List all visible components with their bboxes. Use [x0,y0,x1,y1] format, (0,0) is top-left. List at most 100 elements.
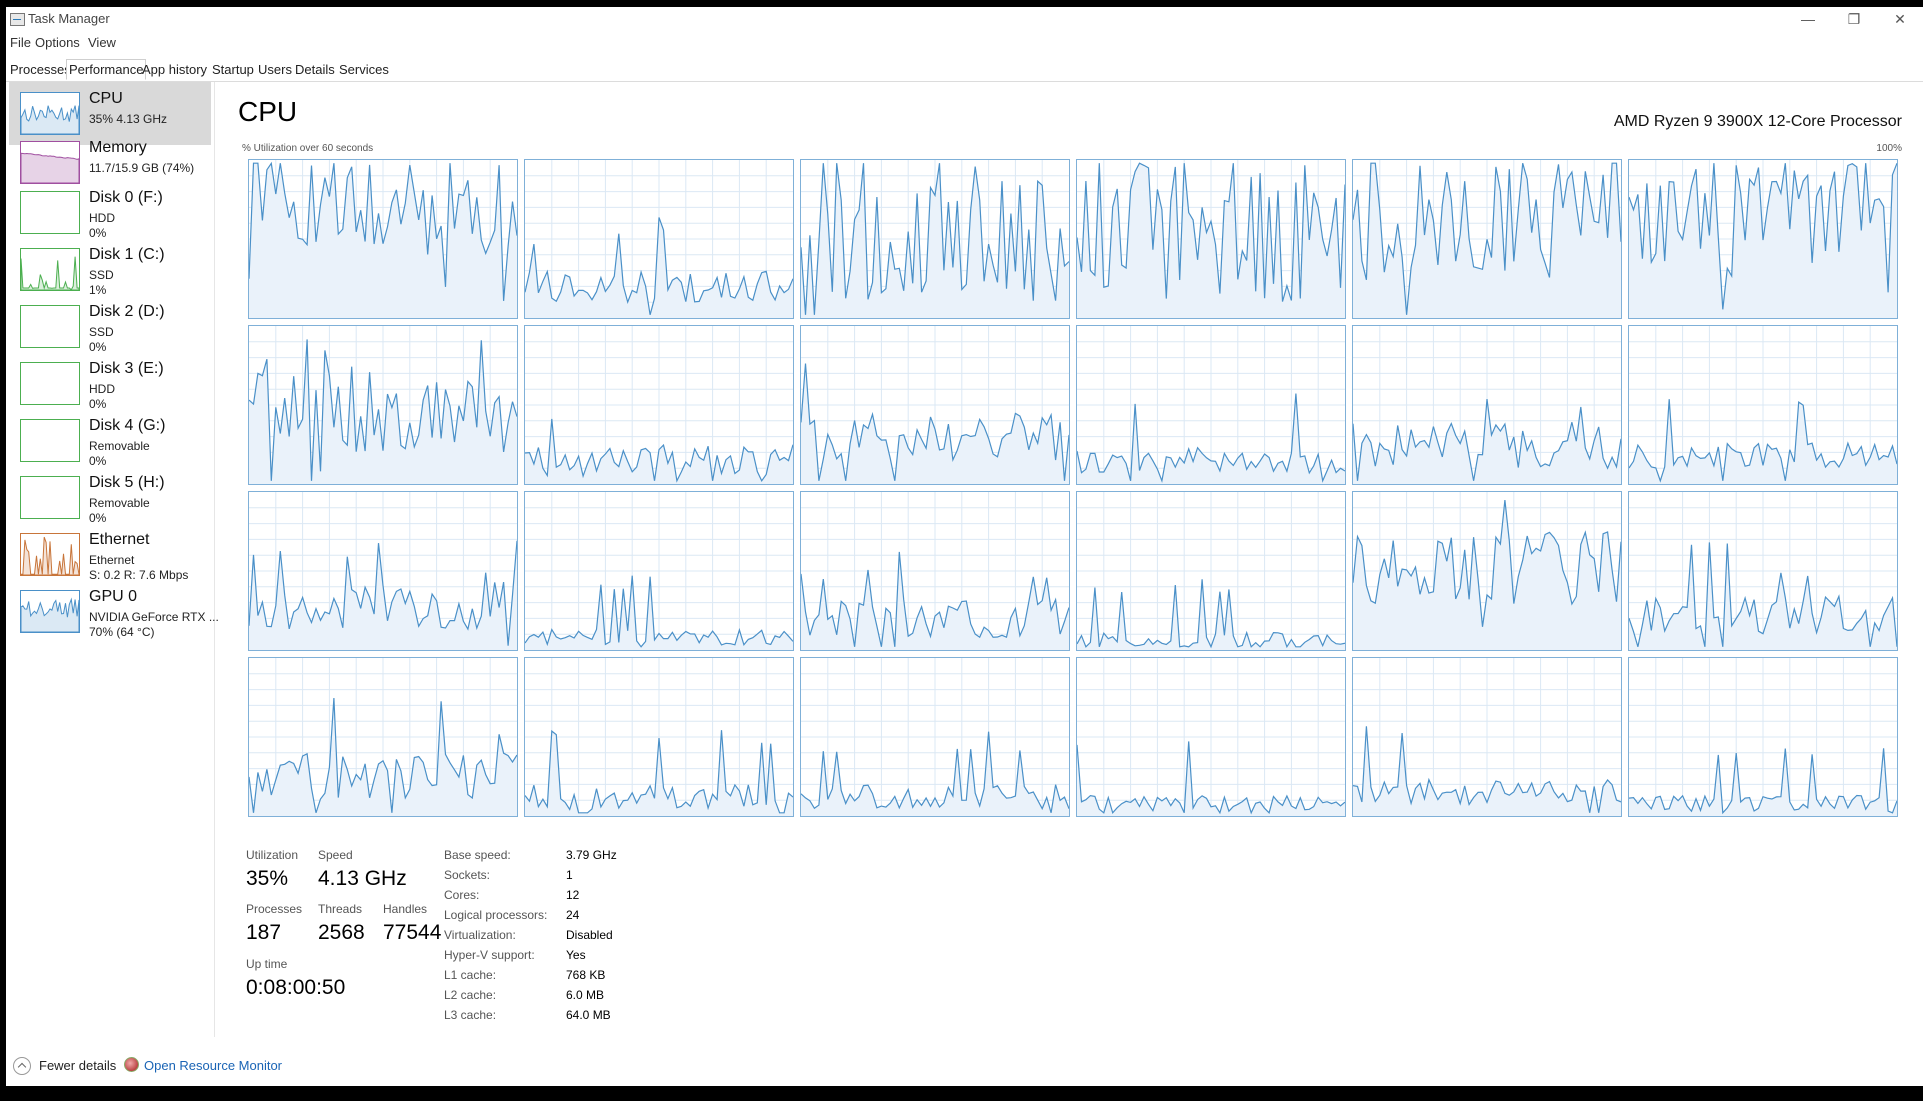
thumbnail-area [21,597,79,632]
sidebar-item-title: Memory [89,139,147,156]
speed-label: Speed [318,848,353,862]
core-graph-svg [525,658,793,816]
core-graph-6 [248,325,518,485]
sidebar-item-detail: NVIDIA GeForce RTX ... [89,610,219,624]
sidebar-item-disk-active-3[interactable]: Disk 1 (C:) SSD 1% [9,238,211,301]
sidebar-item-detail: Removable [89,496,150,510]
utilization-label: Utilization [246,848,299,862]
menu-options[interactable]: Options [35,35,80,50]
core-graph-svg [249,492,517,650]
core-graph-7 [524,325,794,485]
sidebar-item-title: Disk 4 (G:) [89,417,166,434]
spec-label: L2 cache: [444,988,497,1002]
chevron-up-icon[interactable] [13,1057,31,1075]
spec-value: 64.0 MB [566,1008,611,1022]
core-graph-4 [1352,159,1622,319]
core-graph-svg [1629,160,1897,318]
disk-thumbnail-graph [20,191,80,234]
core-graph-21 [1076,657,1346,817]
restore-button[interactable]: ❐ [1831,7,1877,31]
uptime-value: 0:08:00:50 [246,976,346,999]
core-graph-grid [236,82,1906,1042]
resource-monitor-icon [124,1057,139,1072]
open-resource-monitor-link[interactable]: Open Resource Monitor [144,1058,282,1073]
spec-value: Yes [566,948,586,962]
disk-thumbnail-graph [20,419,80,462]
sidebar-item-disk-5[interactable]: Disk 3 (E:) HDD 0% [9,352,211,415]
core-graph-19 [524,657,794,817]
sidebar-item-disk-4[interactable]: Disk 2 (D:) SSD 0% [9,295,211,358]
handles-label: Handles [383,902,428,916]
core-graph-18 [248,657,518,817]
thumbnail-svg [21,152,79,183]
spec-label: Sockets: [444,868,491,882]
processes-label: Processes [246,902,303,916]
core-graph-svg [1077,492,1345,650]
utilization-value: 35% [246,867,289,890]
threads-label: Threads [318,902,363,916]
spec-value: 12 [566,888,580,902]
minimize-button[interactable]: — [1785,7,1831,31]
gpu-thumbnail-graph [20,590,80,633]
disk-active-thumbnail-graph [20,248,80,291]
tab-processes[interactable]: Processes [8,60,73,79]
speed-value: 4.13 GHz [318,867,407,890]
tab-startup[interactable]: Startup [210,60,256,79]
sidebar-item-disk-6[interactable]: Disk 4 (G:) Removable 0% [9,409,211,472]
thumbnail-svg [21,256,79,290]
spec-value: 1 [566,868,573,882]
sidebar-item-title: Disk 2 (D:) [89,303,165,320]
menu-view[interactable]: View [88,35,116,50]
core-graph-22 [1352,657,1622,817]
processes-value: 187 [246,921,282,944]
fewer-details-button[interactable]: Fewer details [39,1058,116,1073]
tab-details[interactable]: Details [293,60,337,79]
core-graph-svg [1077,326,1345,484]
tab-performance[interactable]: Performance [66,59,147,80]
core-graph-svg [525,160,793,318]
core-utilization-area [525,217,793,318]
core-graph-9 [1076,325,1346,485]
sidebar-item-detail: SSD [89,268,114,282]
core-graph-3 [1076,159,1346,319]
sidebar-item-title: Disk 0 (F:) [89,189,163,206]
sidebar-item-detail: Ethernet [89,553,135,567]
core-graph-20 [800,657,1070,817]
core-graph-16 [1352,491,1622,651]
sidebar-item-disk-2[interactable]: Disk 0 (F:) HDD 0% [9,181,211,244]
core-graph-svg [1353,160,1621,318]
core-graph-svg [1629,492,1897,650]
sidebar-item-disk-7[interactable]: Disk 5 (H:) Removable 0% [9,466,211,529]
sidebar-item-title: CPU [89,90,123,107]
tab-users[interactable]: Users [256,60,294,79]
spec-label: L1 cache: [444,968,497,982]
core-graph-10 [1352,325,1622,485]
thumbnail-svg [21,420,79,461]
sidebar-item-detail: SSD [89,325,114,339]
core-graph-svg [801,658,1069,816]
cpu-panel: CPU AMD Ryzen 9 3900X 12-Core Processor … [236,82,1906,1042]
core-graph-svg [249,160,517,318]
title-bar: Task Manager — ❐ ✕ [6,7,1923,31]
close-button[interactable]: ✕ [1877,7,1923,31]
sidebar-item-detail: 11.7/15.9 GB (74%) [89,161,195,175]
sidebar-item-gpu-9[interactable]: GPU 0 NVIDIA GeForce RTX ... 70% (64 °C) [9,580,219,643]
sidebar-item-title: GPU 0 [89,588,138,605]
core-graph-5 [1628,159,1898,319]
sidebar-item-detail: Removable [89,439,150,453]
menu-file[interactable]: File [10,35,31,50]
spec-value: Disabled [566,928,613,942]
spec-value: 6.0 MB [566,988,605,1002]
cpu-thumbnail-graph [20,92,80,135]
sidebar-item-detail: HDD [89,211,115,225]
core-graph-svg [525,326,793,484]
sidebar-item-ethernet-8[interactable]: Ethernet Ethernet S: 0.2 R: 7.6 Mbps [9,523,211,586]
thumbnail-area [21,256,79,290]
tab-app-history[interactable]: App history [140,60,209,79]
performance-sidebar: CPU 35% 4.13 GHz Memory 11.7/15.9 GB (74%) D… [6,82,219,1037]
tab-services[interactable]: Services [337,60,391,79]
sidebar-item-title: Disk 1 (C:) [89,246,165,263]
core-graph-svg [1353,326,1621,484]
thumbnail-area [21,536,79,575]
footer: Fewer details Open Resource Monitor [6,1047,1923,1083]
